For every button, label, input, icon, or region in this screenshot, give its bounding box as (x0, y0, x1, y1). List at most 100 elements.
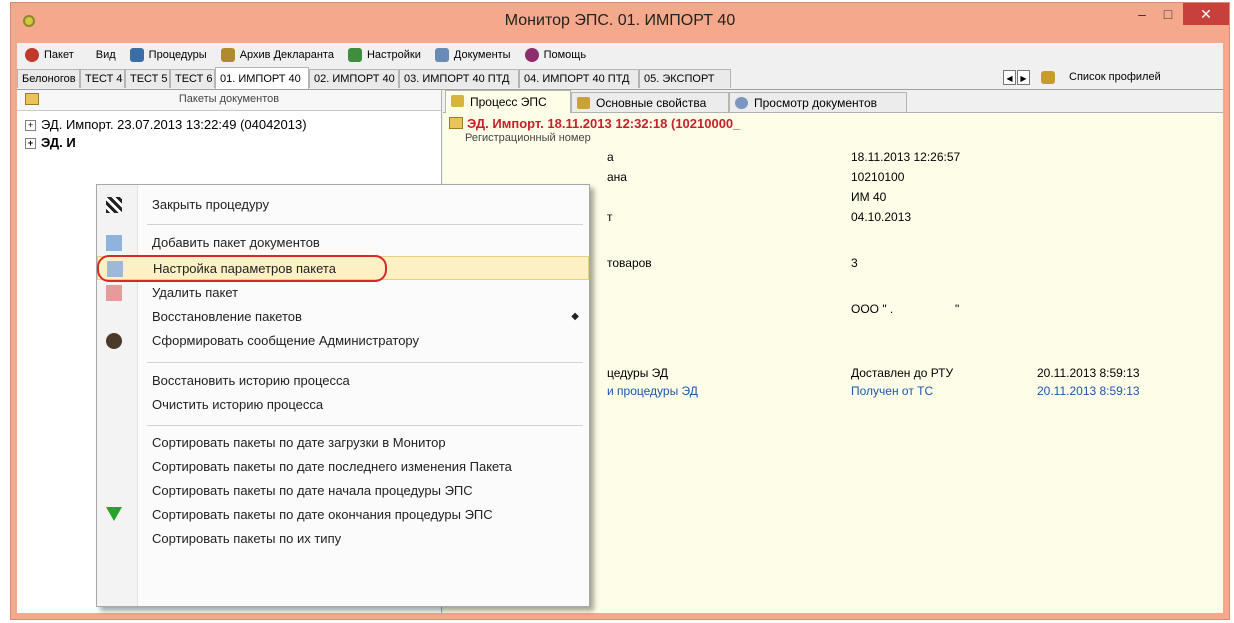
menu-documents-label: Документы (453, 49, 511, 61)
menu-item-sort-by-start-date[interactable]: Сортировать пакеты по дате начала процед… (97, 479, 589, 503)
maximize-button[interactable]: □ (1155, 3, 1181, 25)
menu-item-label: Добавить пакет документов (152, 235, 320, 250)
tab-document-view[interactable]: Просмотр документов (729, 92, 907, 112)
separator (147, 224, 583, 225)
menu-item-label: Сортировать пакеты по дате начала процед… (152, 483, 473, 498)
field-label: т (607, 210, 613, 224)
menu-item-label: Сортировать пакеты по их типу (152, 531, 342, 546)
menu-item-sort-by-end-date[interactable]: Сортировать пакеты по дате окончания про… (97, 503, 589, 527)
menu-view[interactable]: Вид (96, 49, 116, 61)
minimize-button[interactable]: – (1129, 3, 1155, 25)
menu-settings[interactable]: Настройки (347, 48, 421, 62)
menu-item-restore-history[interactable]: Восстановить историю процесса (97, 369, 589, 393)
package-title: ЭД. Импорт. 18.11.2013 12:32:18 (1021000… (449, 116, 740, 131)
package-title-text: ЭД. Импорт. 18.11.2013 12:32:18 (1021000… (467, 116, 741, 131)
add-package-icon (106, 235, 122, 251)
menu-item-delete-package[interactable]: Удалить пакет (97, 281, 589, 305)
menu-item-sort-by-load-date[interactable]: Сортировать пакеты по дате загрузки в Мо… (97, 431, 589, 455)
menu-package-label: Пакет (44, 49, 74, 61)
menu-item-label: Восстановить историю процесса (152, 373, 350, 388)
tab-profile[interactable]: 02. ИМПОРТ 40 (309, 69, 399, 88)
package-subtitle: Регистрационный номер (465, 132, 591, 144)
profiles-icon[interactable] (1041, 71, 1055, 84)
menu-item-label: Удалить пакет (152, 285, 239, 300)
menu-item-restore-packages[interactable]: Восстановление пакетов ◆ (97, 305, 589, 329)
tab-profile[interactable]: 05. ЭКСПОРТ (639, 69, 731, 88)
menu-item-label: Сортировать пакеты по дате последнего из… (152, 459, 512, 474)
tree-item[interactable]: + ЭД. Импорт. 23.07.2013 13:22:49 (040420… (25, 116, 307, 134)
expand-icon[interactable]: + (25, 120, 36, 132)
tab-scroll-right-button[interactable]: ▶ (1017, 70, 1030, 85)
tree-item-selected[interactable]: + ЭД. И (25, 134, 76, 152)
tab-eps-process[interactable]: Процесс ЭПС (445, 90, 571, 113)
magnifier-icon (735, 97, 748, 109)
event-time[interactable]: 20.11.2013 8:59:13 (1037, 384, 1140, 398)
package-icon (25, 48, 39, 62)
field-value: 3 (851, 256, 858, 270)
menu-bar: Пакет Вид Процедуры Архив Декларанта Нас… (17, 43, 1223, 67)
procedures-icon (129, 48, 144, 62)
menu-documents[interactable]: Документы (434, 48, 511, 62)
packages-header: Пакеты документов (17, 90, 441, 111)
menu-item-label: Закрыть процедуру (152, 197, 269, 212)
menu-item-label: Сортировать пакеты по дате загрузки в Мо… (152, 435, 446, 450)
field-value: ООО " . (851, 302, 894, 316)
folder-icon (449, 117, 463, 129)
field-label: товаров (607, 256, 652, 270)
tab-scroll-left-button[interactable]: ◀ (1003, 70, 1016, 85)
settings-icon (347, 48, 362, 62)
tab-profile[interactable]: Белоногов (17, 69, 80, 88)
tab-main-properties-label: Основные свойства (596, 96, 707, 110)
title-bar[interactable]: Монитор ЭПС. 01. ИМПОРТ 40 – □ ✕ (11, 3, 1229, 43)
tab-profile[interactable]: 04. ИМПОРТ 40 ПТД (519, 69, 639, 88)
field-value: 04.10.2013 (851, 210, 912, 224)
event-status[interactable]: Получен от ТС (851, 384, 933, 398)
process-icon (451, 95, 464, 107)
tab-eps-process-label: Процесс ЭПС (470, 95, 547, 109)
menu-archive[interactable]: Архив Декларанта (220, 48, 334, 62)
menu-item-label: Сортировать пакеты по дате окончания про… (152, 507, 493, 522)
archive-icon (220, 48, 235, 62)
details-tab-bar: Процесс ЭПС Основные свойства Просмотр д… (443, 90, 1223, 113)
window-title: Монитор ЭПС. 01. ИМПОРТ 40 (504, 12, 736, 29)
menu-item-admin-message[interactable]: Сформировать сообщение Администратору (97, 329, 589, 353)
separator (147, 362, 583, 363)
tab-main-properties[interactable]: Основные свойства (571, 92, 729, 112)
menu-help[interactable]: Помощь (524, 48, 586, 62)
menu-item-clear-history[interactable]: Очистить историю процесса (97, 393, 589, 417)
sort-triangle-icon (106, 507, 122, 521)
tab-profile[interactable]: ТЕСТ 6 (170, 69, 215, 88)
menu-view-label: Вид (95, 49, 116, 61)
admin-message-icon (106, 333, 122, 349)
menu-procedures[interactable]: Процедуры (129, 48, 207, 62)
event-time: 20.11.2013 8:59:13 (1037, 366, 1140, 380)
profile-tab-bar: Белоногов ТЕСТ 4 ТЕСТ 5 ТЕСТ 6 01. ИМПОР… (17, 67, 1223, 90)
submenu-arrow-icon: ◆ (571, 311, 579, 322)
field-value: 18.11.2013 12:26:57 (851, 150, 961, 164)
separator (147, 425, 583, 426)
context-menu: Закрыть процедуру Добавить пакет докумен… (96, 184, 590, 607)
help-icon (524, 48, 539, 62)
highlight-annotation (97, 255, 387, 282)
menu-package[interactable]: Пакет (25, 48, 74, 62)
tree-item-label: ЭД. И (41, 135, 76, 150)
tab-profile[interactable]: 03. ИМПОРТ 40 ПТД (399, 69, 519, 88)
tab-profile-active[interactable]: 01. ИМПОРТ 40 (215, 67, 309, 89)
field-value: 10210100 (851, 170, 905, 184)
menu-item-add-package[interactable]: Добавить пакет документов (97, 231, 589, 255)
menu-archive-label: Архив Декларанта (239, 49, 334, 61)
flag-icon (106, 197, 122, 213)
tab-profile[interactable]: ТЕСТ 4 (80, 69, 125, 88)
close-button[interactable]: ✕ (1183, 3, 1229, 25)
event-procedure[interactable]: и процедуры ЭД (607, 384, 698, 398)
profiles-list-label[interactable]: Список профилей (1069, 71, 1161, 83)
tab-profile[interactable]: ТЕСТ 5 (125, 69, 170, 88)
menu-item-sort-by-type[interactable]: Сортировать пакеты по их типу (97, 527, 589, 551)
tab-document-view-label: Просмотр документов (754, 96, 878, 110)
menu-item-sort-by-change-date[interactable]: Сортировать пакеты по дате последнего из… (97, 455, 589, 479)
expand-icon[interactable]: + (25, 138, 36, 150)
menu-item-close-procedure[interactable]: Закрыть процедуру (97, 193, 589, 217)
documents-icon (434, 48, 449, 62)
delete-package-icon (106, 285, 122, 301)
menu-item-label: Сформировать сообщение Администратору (152, 333, 420, 348)
